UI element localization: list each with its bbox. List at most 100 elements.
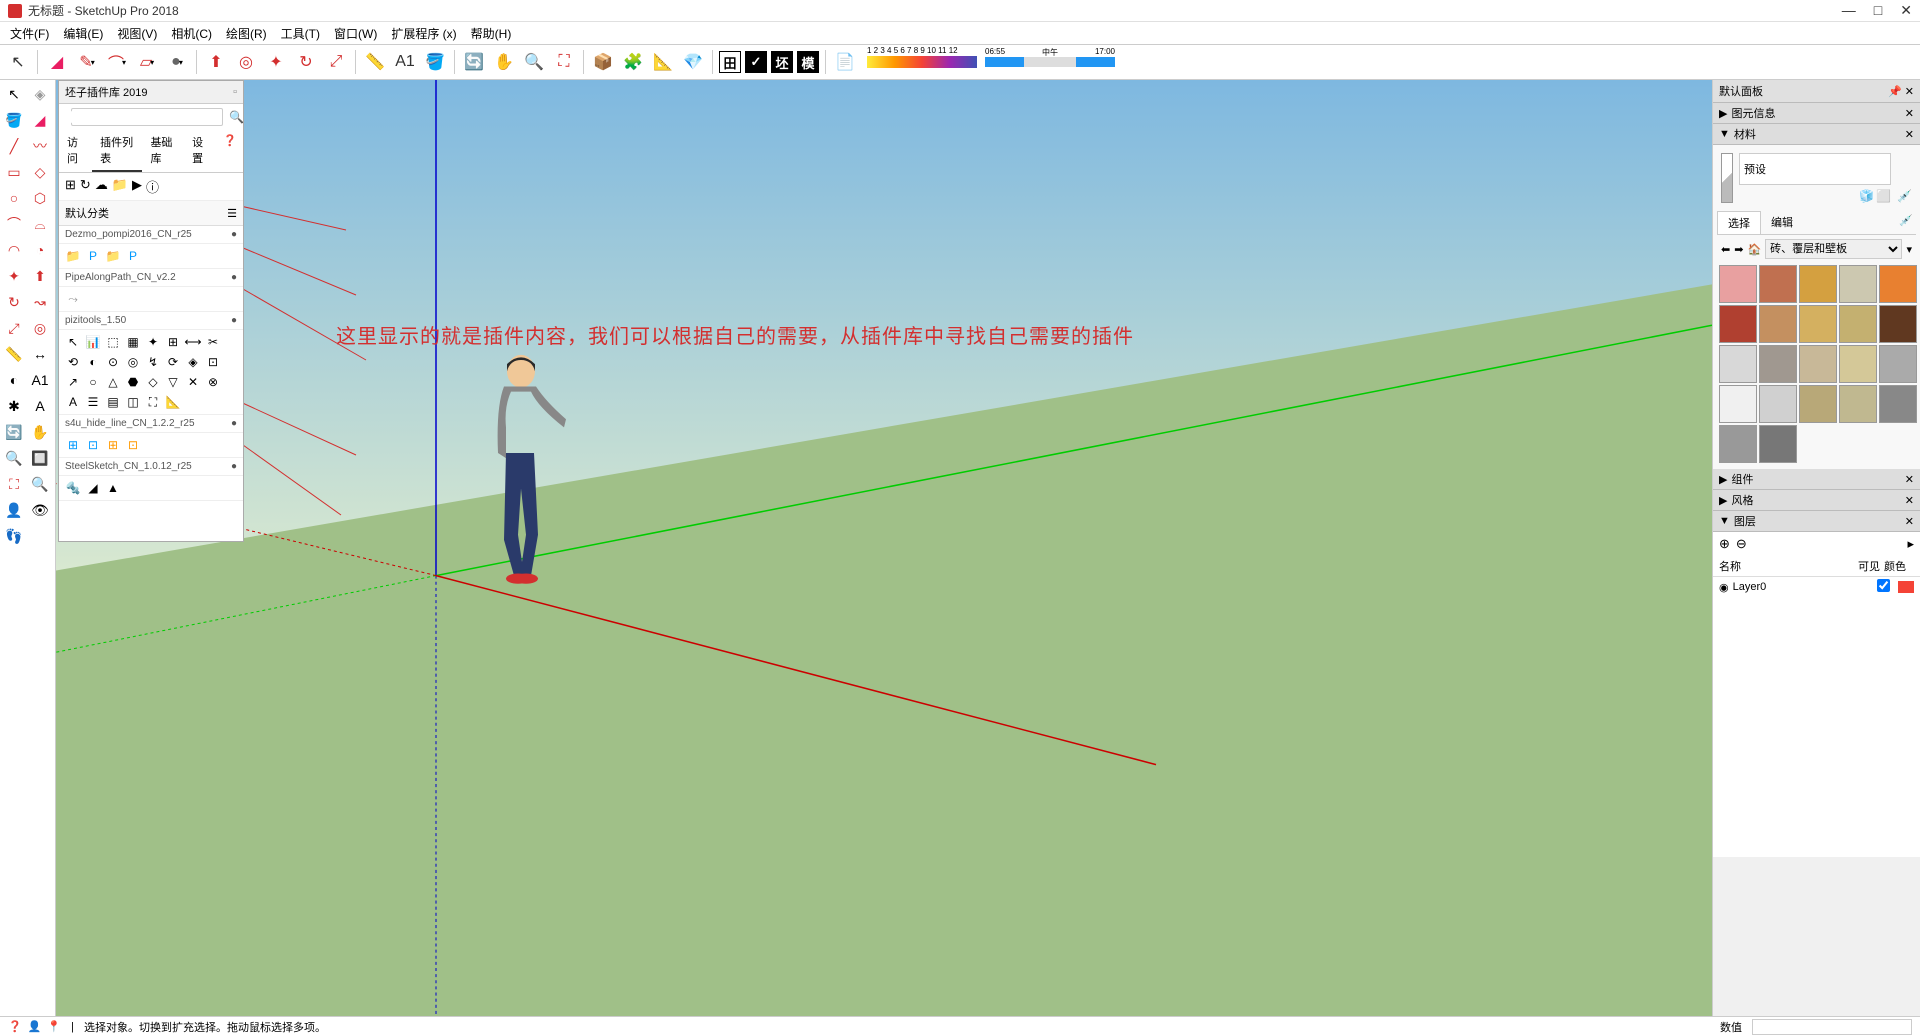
lt-look-around[interactable]: 👁: [28, 498, 52, 522]
menu-camera[interactable]: 相机(C): [165, 23, 218, 44]
menu-tools[interactable]: 工具(T): [275, 23, 326, 44]
layer-color-swatch[interactable]: [1898, 581, 1914, 593]
plugin-item-4[interactable]: SteelSketch_CN_1.0.12_r25●: [59, 458, 243, 476]
swatch[interactable]: [1839, 345, 1877, 383]
swatch[interactable]: [1839, 305, 1877, 343]
layers-header[interactable]: ▼ 图层✕: [1713, 511, 1920, 532]
tab-visit[interactable]: 访问: [59, 130, 92, 172]
swatch[interactable]: [1879, 345, 1917, 383]
warehouse-button[interactable]: 📦: [589, 48, 617, 76]
panel-close-icon[interactable]: ▫: [233, 86, 237, 98]
text-tool[interactable]: A1: [391, 48, 419, 76]
lt-axes[interactable]: ✱: [2, 394, 26, 418]
swatch[interactable]: [1759, 345, 1797, 383]
lt-3pt-arc[interactable]: ◠: [2, 238, 26, 262]
layout-button[interactable]: 📐: [649, 48, 677, 76]
swatch[interactable]: [1879, 305, 1917, 343]
plugin-section-header[interactable]: 默认分类 ☰: [59, 201, 243, 226]
maximize-button[interactable]: □: [1874, 2, 1882, 19]
layer-menu-icon[interactable]: ▸: [1907, 536, 1914, 552]
swatch[interactable]: [1799, 345, 1837, 383]
pi-refresh[interactable]: ↻: [80, 177, 91, 196]
pushpull-tool[interactable]: ⬆: [202, 48, 230, 76]
lt-pan[interactable]: ✋: [28, 420, 52, 444]
lt-circle[interactable]: ○: [2, 186, 26, 210]
lt-offset[interactable]: ◎: [28, 316, 52, 340]
plugin-item-1[interactable]: PipeAlongPath_CN_v2.2●: [59, 269, 243, 287]
nav-home-icon[interactable]: 🏠: [1747, 243, 1761, 256]
swatch[interactable]: [1839, 265, 1877, 303]
paint-tool[interactable]: 🪣: [421, 48, 449, 76]
rotate-tool[interactable]: ↻: [292, 48, 320, 76]
swatch[interactable]: [1799, 385, 1837, 423]
lt-position-camera[interactable]: 👤: [2, 498, 26, 522]
pi-cloud[interactable]: ☁: [95, 177, 108, 196]
orbit-tool[interactable]: 🔄: [460, 48, 488, 76]
3d-viewport[interactable]: 这里显示的就是插件内容，我们可以根据自己的需要，从插件库中寻找自己需要的插件: [56, 80, 1712, 1016]
material-category-select[interactable]: 砖、覆层和壁板: [1765, 239, 1902, 259]
lt-eraser[interactable]: ◢: [28, 108, 52, 132]
eraser-tool[interactable]: ◢: [43, 48, 71, 76]
swatch[interactable]: [1799, 265, 1837, 303]
swatch[interactable]: [1719, 305, 1757, 343]
tab-settings[interactable]: 设置: [184, 130, 217, 172]
lt-zoom-extents[interactable]: ⛶: [2, 472, 26, 496]
minimize-button[interactable]: —: [1842, 2, 1856, 19]
menu-edit[interactable]: 编辑(E): [57, 23, 109, 44]
lt-freehand[interactable]: 〰: [28, 134, 52, 158]
value-input[interactable]: [1752, 1019, 1912, 1035]
swatch[interactable]: [1719, 425, 1757, 463]
zoom-extents-tool[interactable]: ⛶: [550, 48, 578, 76]
lt-select[interactable]: ↖: [2, 82, 26, 106]
shadow-toggle[interactable]: 📄: [831, 48, 859, 76]
lt-paint[interactable]: 🪣: [2, 108, 26, 132]
swatch[interactable]: [1759, 385, 1797, 423]
material-name-input[interactable]: [1739, 153, 1891, 185]
create-material-icon[interactable]: 🧊: [1859, 189, 1874, 203]
rectangle-tool[interactable]: ▱▾: [133, 48, 161, 76]
default-material-icon[interactable]: ⬜: [1876, 189, 1891, 203]
lt-zoom[interactable]: 🔍: [2, 446, 26, 470]
circle-tool[interactable]: ●▾: [163, 48, 191, 76]
extension-button[interactable]: 🧩: [619, 48, 647, 76]
select-tool[interactable]: ↖: [4, 48, 32, 76]
lt-rotated-rect[interactable]: ◇: [28, 160, 52, 184]
line-tool[interactable]: ✎▾: [73, 48, 101, 76]
toolbar-box-3[interactable]: 坯: [771, 51, 793, 73]
menu-file[interactable]: 文件(F): [4, 23, 55, 44]
arc-tool[interactable]: ⌒▾: [103, 48, 131, 76]
menu-window[interactable]: 窗口(W): [328, 23, 383, 44]
pi-play[interactable]: ▶: [132, 177, 142, 196]
lt-polygon[interactable]: ⬡: [28, 186, 52, 210]
pi-folder[interactable]: 📁: [112, 177, 128, 196]
lt-arc[interactable]: ⌒: [2, 212, 26, 236]
lt-follow[interactable]: ↝: [28, 290, 52, 314]
material-preview[interactable]: [1721, 153, 1733, 203]
lt-rect[interactable]: ▭: [2, 160, 26, 184]
components-header[interactable]: ▶ 组件✕: [1713, 469, 1920, 490]
right-panel-header[interactable]: 默认面板 📌 ✕: [1713, 80, 1920, 103]
lt-zoom-window[interactable]: 🔲: [28, 446, 52, 470]
lt-previous[interactable]: 🔍: [28, 472, 52, 496]
plugin-item-3[interactable]: s4u_hide_line_CN_1.2.2_r25●: [59, 415, 243, 433]
remove-layer-icon[interactable]: ⊖: [1736, 536, 1747, 552]
lt-tape[interactable]: 📏: [2, 342, 26, 366]
swatch[interactable]: [1719, 265, 1757, 303]
help-icon[interactable]: ❓: [217, 130, 243, 172]
lt-pie[interactable]: ◔: [28, 238, 52, 262]
eyedropper-icon[interactable]: 💉: [1897, 189, 1912, 203]
pi-info[interactable]: ⓘ: [146, 177, 159, 196]
search-icon[interactable]: 🔍: [229, 110, 244, 124]
lt-section[interactable]: [28, 524, 52, 548]
eyedropper2-icon[interactable]: 💉: [1896, 211, 1916, 234]
menu-draw[interactable]: 绘图(R): [220, 23, 273, 44]
materials-header[interactable]: ▼ 材料✕: [1713, 124, 1920, 145]
lt-scale[interactable]: ⤢: [2, 316, 26, 340]
tab-select[interactable]: 选择: [1717, 211, 1761, 234]
layer-visible-checkbox[interactable]: [1877, 579, 1890, 592]
swatch[interactable]: [1719, 345, 1757, 383]
swatch[interactable]: [1879, 265, 1917, 303]
menu-view[interactable]: 视图(V): [111, 23, 163, 44]
lt-line[interactable]: ╱: [2, 134, 26, 158]
toolbar-box-4[interactable]: 模: [797, 51, 819, 73]
